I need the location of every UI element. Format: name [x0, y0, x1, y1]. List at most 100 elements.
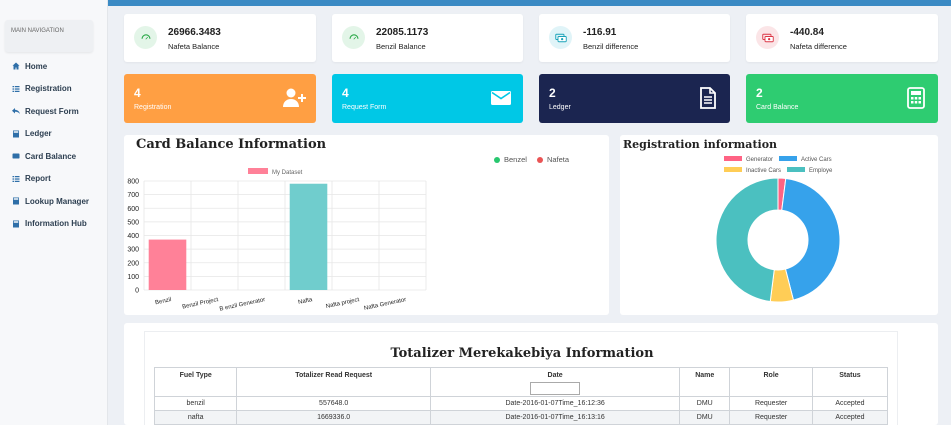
sidebar-item-label: Information Hub: [25, 219, 87, 229]
stat-value: -116.91: [583, 27, 617, 38]
card-card-balance[interactable]: 2 Card Balance: [746, 74, 938, 123]
sidebar-item-label: Ledger: [25, 129, 52, 139]
sidebar-item-label: Lookup Manager: [25, 196, 90, 206]
sidebar-item-lookup-manager[interactable]: Lookup Manager: [0, 190, 108, 213]
sidebar-item-label: Card Balance: [25, 151, 77, 161]
bar-legend[interactable]: My Dataset: [248, 168, 303, 176]
column-header[interactable]: Date: [429, 367, 681, 397]
sidebar-item-report[interactable]: Report: [0, 168, 108, 191]
legend-label: Active Cars: [801, 157, 832, 163]
x-tick-label: Benzil Project: [182, 297, 219, 311]
sidebar-item-label: Request Form: [25, 106, 79, 116]
table-cell: Accepted: [811, 396, 889, 411]
sidebar-item-registration[interactable]: Registration: [0, 78, 108, 101]
y-tick-label: 100: [127, 274, 139, 281]
bar[interactable]: [148, 239, 187, 290]
table-cell: Requester: [729, 410, 813, 425]
legend-swatch: [248, 168, 268, 174]
card-registration[interactable]: 4 Registration: [124, 74, 316, 123]
book-icon: [13, 220, 19, 228]
column-label: Status: [839, 372, 861, 379]
table-header-row: Fuel Type Totalizer Read Request Date Na…: [153, 367, 889, 397]
donut-chart: Generator Active Cars Inactive Cars Employe: [715, 156, 841, 303]
sidebar-item-card-balance[interactable]: Card Balance: [0, 145, 108, 168]
registration-panel: Registration information Generator Active…: [620, 135, 938, 315]
nav-header: MAIN NAVIGATION: [5, 20, 93, 52]
donut-slice[interactable]: [781, 177, 841, 301]
bar-chart: My Dataset 0 100 200 300 400 500 600 700 800 Benzi…: [127, 168, 427, 313]
sidebar-item-request-form[interactable]: Request Form: [0, 100, 108, 123]
x-tick-label: Nafta Generator: [364, 297, 407, 312]
legend-swatch: [724, 167, 742, 172]
column-header[interactable]: Name: [679, 367, 731, 397]
sidebar-item-label: Home: [25, 61, 48, 71]
sidebar-item-label: Report: [25, 174, 51, 184]
card-icon: [12, 153, 20, 159]
stat-card-nafeta-difference: -440.84 Nafeta difference: [746, 14, 938, 62]
sidebar-item-home[interactable]: Home: [0, 55, 108, 78]
column-header[interactable]: Totalizer Read Request: [236, 367, 431, 397]
card-value: 4: [134, 86, 141, 100]
legend-label: Generator: [746, 157, 773, 163]
legend-swatch: [724, 156, 742, 161]
stat-label: Nafeta Balance: [168, 42, 220, 51]
donut-legend-item[interactable]: Active Cars: [779, 156, 832, 163]
bar[interactable]: [289, 183, 328, 290]
table-cell: benzil: [153, 396, 238, 411]
legend-swatch: [779, 156, 797, 161]
cash-icon: [549, 26, 572, 49]
stat-value: -440.84: [790, 27, 824, 38]
card-request-form[interactable]: 4 Request Form: [332, 74, 523, 123]
donut-legend-item[interactable]: Inactive Cars: [724, 167, 781, 174]
sidebar-item-information-hub[interactable]: Information Hub: [0, 213, 108, 236]
table-cell: Date-2016-01-07Time_16:12:36: [429, 396, 681, 411]
card-value: 2: [549, 86, 556, 100]
card-ledger[interactable]: 2 Ledger: [539, 74, 730, 123]
donut-legend-item[interactable]: Employe: [787, 167, 833, 174]
card-label: Card Balance: [756, 104, 799, 111]
y-tick-label: 800: [127, 179, 139, 186]
table-row[interactable]: nafta 1669336.0 Date-2016-01-07Time_16:1…: [153, 410, 889, 425]
y-tick-label: 600: [127, 206, 139, 213]
card-label: Registration: [134, 104, 172, 111]
y-tick-label: 500: [127, 219, 139, 226]
x-tick-label: Nafta project: [325, 297, 360, 310]
column-label: Date: [547, 372, 563, 379]
list-icon: [12, 175, 20, 182]
table-row[interactable]: benzil 557648.0 Date-2016-01-07Time_16:1…: [153, 396, 889, 411]
sidebar-item-ledger[interactable]: Ledger: [0, 123, 108, 146]
user-plus-icon: [283, 88, 306, 107]
x-tick-label: Benzil: [155, 297, 172, 306]
table-cell: DMU: [679, 410, 731, 425]
column-header[interactable]: Fuel Type: [153, 367, 238, 397]
column-label: Role: [763, 372, 779, 379]
column-label: Totalizer Read Request: [295, 372, 373, 379]
document-icon: [700, 87, 716, 109]
book-icon: [13, 130, 19, 138]
y-tick-label: 300: [127, 247, 139, 254]
column-header[interactable]: Status: [811, 367, 889, 397]
table-cell: 1669336.0: [236, 410, 431, 425]
card-label: Request Form: [342, 104, 387, 111]
column-header[interactable]: Role: [729, 367, 813, 397]
donut-legend-item[interactable]: Generator: [724, 156, 773, 163]
nav-list: Home Registration Request Form Ledger Card B…: [0, 55, 108, 235]
home-icon: [12, 62, 20, 70]
column-label: Name: [695, 372, 715, 379]
table-cell: Accepted: [811, 410, 889, 425]
donut-slice[interactable]: [715, 177, 779, 303]
top-bar: [108, 0, 951, 6]
card-label: Ledger: [549, 104, 571, 111]
card-value: 2: [756, 86, 763, 100]
stat-card-benzil-difference: -116.91 Benzil difference: [539, 14, 730, 62]
card-balance-panel: Card Balance Information Benzel Nafeta M…: [124, 135, 609, 315]
stat-value: 26966.3483: [168, 27, 221, 38]
envelope-icon: [491, 91, 511, 105]
stat-value: 22085.1173: [376, 27, 429, 38]
table-cell: Requester: [729, 396, 813, 411]
card-value: 4: [342, 86, 349, 100]
x-tick-label: B enzil Generator: [219, 297, 266, 313]
totalizer-title: Totalizer Merekakebiya Information: [390, 346, 654, 361]
date-filter-input[interactable]: [530, 382, 581, 395]
stat-label: Benzil Balance: [376, 42, 426, 51]
